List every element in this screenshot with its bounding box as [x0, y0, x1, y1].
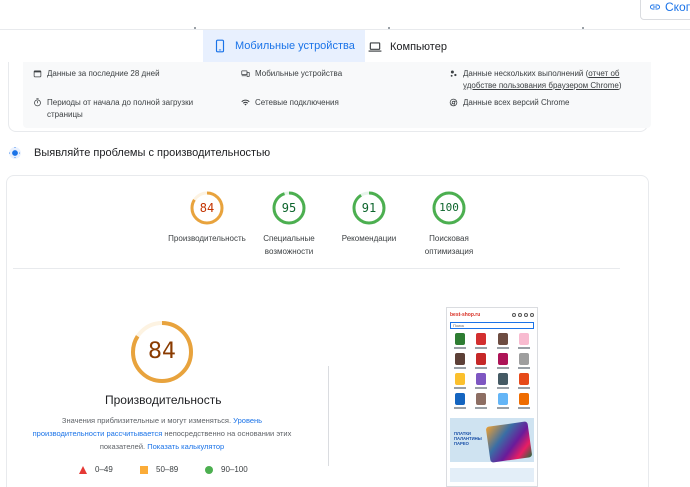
copy-link-button[interactable]: Скопи [640, 0, 690, 20]
preview-banner: ПЛАТКИ ПАЛАНТИНЫ ПАРЕО [450, 418, 534, 463]
performance-score-gauge: 84 [129, 319, 195, 385]
preview-header-icons [512, 313, 534, 317]
info-load-period-text: Периоды от начала до полной загрузки стр… [47, 98, 194, 119]
devices-icon [241, 70, 250, 77]
tab-mobile-label: Мобильные устройства [235, 40, 355, 52]
tab-mobile[interactable]: Мобильные устройства [203, 30, 365, 64]
info-chrome-versions: Данные всех версий Chrome [449, 97, 645, 109]
wifi-icon [241, 99, 250, 106]
performance-score-value: 84 [148, 339, 176, 364]
calendar-icon [33, 70, 42, 78]
tab-desktop-label: Компьютер [390, 41, 447, 53]
info-period-text: Данные за последние 28 дней [47, 69, 160, 78]
legend-poor: 0–49 [79, 465, 113, 474]
square-icon [140, 465, 148, 474]
info-multi-run: Данные нескольких выполнений (отчет об у… [449, 68, 645, 92]
score-gauge-best-practices[interactable]: 91 Рекомендации [331, 190, 407, 245]
info-device-text: Мобильные устройства [255, 69, 343, 78]
field-data-info-panel: Данные за последние 28 дней Мобильные ус… [8, 62, 651, 132]
preview-search: Поиск [450, 322, 534, 329]
legend-average: 50–89 [140, 465, 178, 474]
show-calculator-link[interactable]: Показать калькулятор [147, 442, 224, 451]
gauge-score: 95 [281, 201, 297, 215]
gauge-label: Специальные возможности [263, 234, 315, 256]
gauge-label: Поисковая оптимизация [424, 234, 474, 256]
info-period: Данные за последние 28 дней [33, 68, 223, 80]
circle-icon [205, 465, 213, 474]
preview-header: best-shop.ru [447, 308, 537, 322]
page-screenshot-preview: best-shop.ru Поиск ПЛАТКИ ПАЛАНТИНЫ ПАРЕ… [446, 307, 538, 487]
gauge-score: 84 [199, 201, 215, 215]
tab-desktop[interactable]: Компьютер [358, 30, 457, 64]
info-multi-run-suffix: ) [618, 81, 622, 90]
score-gauge-seo[interactable]: 100 Поисковая оптимизация [411, 190, 487, 258]
laptop-icon [368, 42, 382, 52]
info-chrome-versions-text: Данные всех версий Chrome [463, 98, 570, 107]
performance-title: Производительность [105, 393, 222, 407]
legend-good-range: 90–100 [221, 465, 248, 474]
note-prefix: Значения приблизительные и могут изменят… [61, 416, 232, 425]
triangle-icon [79, 465, 87, 474]
lighthouse-icon [9, 147, 21, 159]
gauge-label: Рекомендации [341, 234, 397, 243]
diagnose-section-heading: Выявляйте проблемы с производительностью [8, 146, 270, 160]
legend-good: 90–100 [205, 465, 248, 474]
section-title: Выявляйте проблемы с производительностью [34, 147, 271, 159]
info-network: Сетевые подключения [241, 97, 431, 109]
gauge-label: Производительность [168, 234, 246, 243]
chrome-icon [449, 98, 458, 107]
performance-note: Значения приблизительные и могут изменят… [29, 414, 295, 453]
info-multi-run-prefix: Данные нескольких выполнений ( [463, 69, 589, 78]
field-data-info-body: Данные за последние 28 дней Мобильные ус… [23, 62, 651, 128]
legend-poor-range: 0–49 [95, 465, 113, 474]
copy-link-label: Скопи [665, 0, 690, 14]
phone-icon [215, 39, 225, 53]
preview-logo: best-shop.ru [450, 312, 481, 318]
preview-footer [450, 468, 534, 482]
timer-icon [34, 98, 41, 107]
info-device: Мобильные устройства [241, 68, 431, 80]
detail-separator [328, 366, 329, 466]
top-strip: Скопи [0, 0, 690, 30]
report-divider [13, 268, 620, 269]
gauge-score: 91 [361, 201, 377, 215]
score-gauge-performance[interactable]: 84 Производительность [165, 190, 249, 245]
info-load-period: Периоды от начала до полной загрузки стр… [33, 97, 223, 121]
info-multi-run-text: Данные нескольких выполнений (отчет об у… [463, 68, 645, 92]
link-icon [650, 4, 660, 10]
preview-banner-text: ПЛАТКИ ПАЛАНТИНЫ ПАРЕО [454, 431, 482, 446]
device-tabs: Мобильные устройства Компьютер [0, 30, 690, 64]
preview-banner-image [485, 421, 533, 463]
multi-run-icon [450, 70, 457, 77]
score-gauge-accessibility[interactable]: 95 Специальные возможности [251, 190, 327, 258]
gauge-score: 100 [439, 201, 459, 214]
legend-average-range: 50–89 [156, 465, 179, 474]
preview-product-grid [447, 329, 537, 411]
lighthouse-report-card: 84 Производительность 95 Специальные воз… [6, 175, 649, 487]
info-network-text: Сетевые подключения [255, 98, 339, 107]
